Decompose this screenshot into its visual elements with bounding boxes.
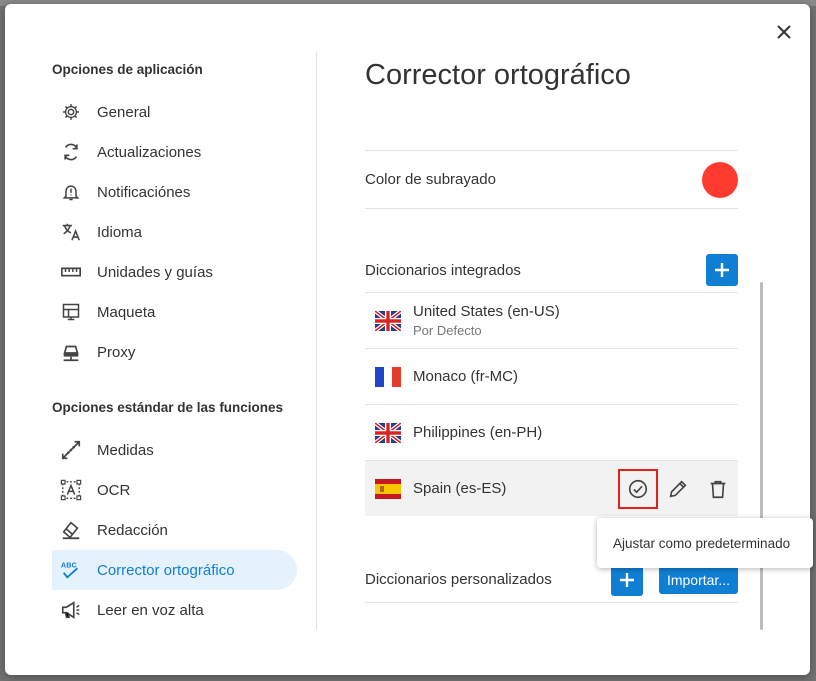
sidebar-item-notifications[interactable]: Notificaciónes bbox=[52, 172, 297, 212]
ocr-icon bbox=[60, 479, 82, 501]
list-item[interactable]: Monaco (fr-MC) bbox=[365, 348, 738, 404]
dictionary-name: Spain (es-ES) bbox=[413, 480, 507, 497]
underline-color-label: Color de subrayado bbox=[365, 171, 496, 188]
measure-icon bbox=[60, 439, 82, 461]
france-flag-icon bbox=[375, 366, 401, 387]
sidebar-item-label: Medidas bbox=[97, 441, 154, 459]
dictionary-name: United States (en-US) bbox=[413, 303, 560, 320]
builtin-dictionary-list: United States (en-US) Por Defecto Monaco… bbox=[365, 292, 738, 516]
row-actions bbox=[618, 467, 738, 511]
plus-icon bbox=[715, 263, 729, 277]
bell-alert-icon bbox=[60, 181, 82, 203]
preferences-dialog: Opciones de aplicación General Actualiza… bbox=[5, 4, 810, 675]
builtin-dictionaries-header: Diccionarios integrados bbox=[365, 248, 738, 292]
sidebar-item-read-aloud[interactable]: Leer en voz alta bbox=[52, 590, 297, 630]
edit-button[interactable] bbox=[658, 469, 698, 509]
sidebar-item-spellcheck[interactable]: ABC Corrector ortográfico bbox=[52, 550, 297, 590]
set-default-tooltip: Ajustar como predeterminado bbox=[597, 518, 813, 568]
underline-color-row: Color de subrayado bbox=[365, 150, 738, 209]
sidebar-item-label: Notificaciónes bbox=[97, 183, 191, 201]
check-circle-icon bbox=[628, 479, 648, 499]
sidebar-item-general[interactable]: General bbox=[52, 92, 297, 132]
trash-icon bbox=[710, 480, 726, 499]
dictionary-name: Philippines (en-PH) bbox=[413, 424, 543, 441]
sidebar-item-label: Actualizaciones bbox=[97, 143, 202, 161]
eraser-icon bbox=[60, 519, 82, 541]
sidebar-item-label: Unidades y guías bbox=[97, 263, 213, 281]
import-button[interactable]: Importar... bbox=[658, 565, 738, 594]
list-item[interactable]: Philippines (en-PH) bbox=[365, 404, 738, 460]
sidebar-item-language[interactable]: Idioma bbox=[52, 212, 297, 252]
close-icon bbox=[777, 25, 791, 39]
network-icon bbox=[60, 341, 82, 363]
ruler-icon bbox=[60, 261, 82, 283]
svg-text:ABC: ABC bbox=[61, 560, 78, 569]
layout-icon bbox=[60, 301, 82, 323]
sidebar-divider bbox=[316, 52, 317, 630]
gear-icon bbox=[60, 101, 82, 123]
close-button[interactable] bbox=[772, 20, 796, 44]
plus-icon bbox=[619, 572, 634, 587]
custom-actions: Importar... bbox=[610, 563, 738, 596]
sidebar-item-units[interactable]: Unidades y guías bbox=[52, 252, 297, 292]
spain-flag-icon bbox=[375, 478, 401, 499]
underline-color-swatch[interactable] bbox=[702, 161, 738, 198]
sidebar-item-label: General bbox=[97, 103, 151, 121]
sidebar-item-label: Idioma bbox=[97, 223, 143, 241]
sidebar-item-label: Leer en voz alta bbox=[97, 601, 204, 619]
refresh-icon bbox=[60, 141, 82, 163]
pencil-icon bbox=[669, 480, 687, 498]
delete-button[interactable] bbox=[698, 469, 738, 509]
sidebar-item-label: Redacción bbox=[97, 521, 168, 539]
add-builtin-dictionary-button[interactable] bbox=[706, 254, 738, 286]
sidebar-item-label: Proxy bbox=[97, 343, 136, 361]
sidebar-item-label: Corrector ortográfico bbox=[97, 561, 235, 579]
page-title: Corrector ortográfico bbox=[365, 59, 631, 91]
dictionary-name: Monaco (fr-MC) bbox=[413, 368, 519, 385]
sidebar-item-measure[interactable]: Medidas bbox=[52, 430, 297, 470]
spellcheck-icon: ABC bbox=[60, 559, 82, 581]
list-item[interactable]: United States (en-US) Por Defecto bbox=[365, 292, 738, 348]
uk-flag-icon bbox=[375, 310, 401, 331]
sidebar-item-proxy[interactable]: Proxy bbox=[52, 332, 297, 372]
sidebar-item-label: OCR bbox=[97, 481, 131, 499]
dictionary-default-label: Por Defecto bbox=[413, 323, 482, 338]
section-title-features: Opciones estándar de las funciones bbox=[52, 400, 284, 415]
add-custom-dictionary-button[interactable] bbox=[610, 563, 643, 596]
sidebar-item-redaction[interactable]: Redacción bbox=[52, 510, 297, 550]
uk-flag-icon bbox=[375, 422, 401, 443]
custom-dictionaries-title: Diccionarios personalizados bbox=[365, 571, 552, 588]
section-title-app: Opciones de aplicación bbox=[52, 62, 203, 77]
sidebar-item-layout[interactable]: Maqueta bbox=[52, 292, 297, 332]
sidebar-item-updates[interactable]: Actualizaciones bbox=[52, 132, 297, 172]
set-default-button[interactable] bbox=[618, 469, 658, 509]
scrollbar[interactable] bbox=[760, 282, 763, 630]
builtin-dictionaries-title: Diccionarios integrados bbox=[365, 261, 521, 279]
sidebar-item-label: Maqueta bbox=[97, 303, 156, 321]
sidebar-item-ocr[interactable]: OCR bbox=[52, 470, 297, 510]
sidebar: Opciones de aplicación General Actualiza… bbox=[52, 56, 297, 630]
translate-icon bbox=[60, 221, 82, 243]
megaphone-icon bbox=[60, 599, 82, 621]
list-item[interactable]: Spain (es-ES) bbox=[365, 460, 738, 516]
